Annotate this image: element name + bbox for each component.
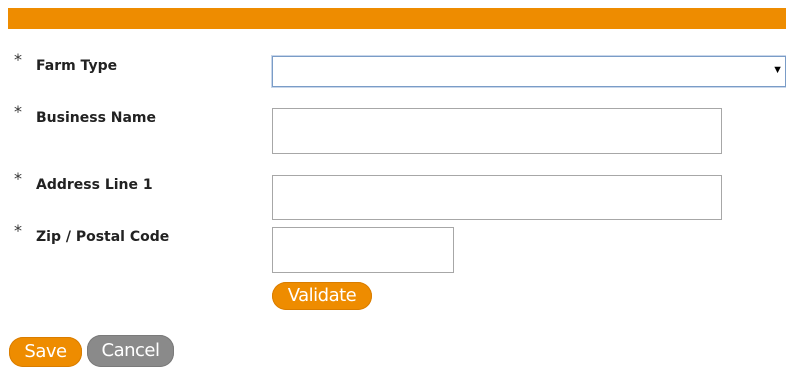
zip-postal-code-field[interactable] (272, 227, 454, 273)
save-button[interactable]: Save (9, 337, 82, 367)
validate-button[interactable]: Validate (272, 282, 372, 310)
form-page: * Farm Type ▼ * Business Name * Address … (0, 0, 786, 367)
address-line-1-label: Address Line 1 (36, 177, 153, 193)
dropdown-arrow-icon: ▼ (772, 64, 783, 76)
required-marker: * (14, 50, 22, 69)
cancel-button[interactable]: Cancel (87, 335, 174, 367)
required-marker: * (14, 221, 22, 240)
business-name-label: Business Name (36, 110, 157, 126)
business-name-field[interactable] (272, 108, 722, 154)
required-marker: * (14, 102, 22, 121)
farm-type-select[interactable]: ▼ (272, 56, 786, 87)
zip-postal-code-label: Zip / Postal Code (36, 229, 170, 245)
farm-type-label: Farm Type (36, 58, 118, 74)
address-line-1-field[interactable] (272, 175, 722, 220)
header-bar (8, 8, 786, 29)
required-marker: * (14, 169, 22, 188)
